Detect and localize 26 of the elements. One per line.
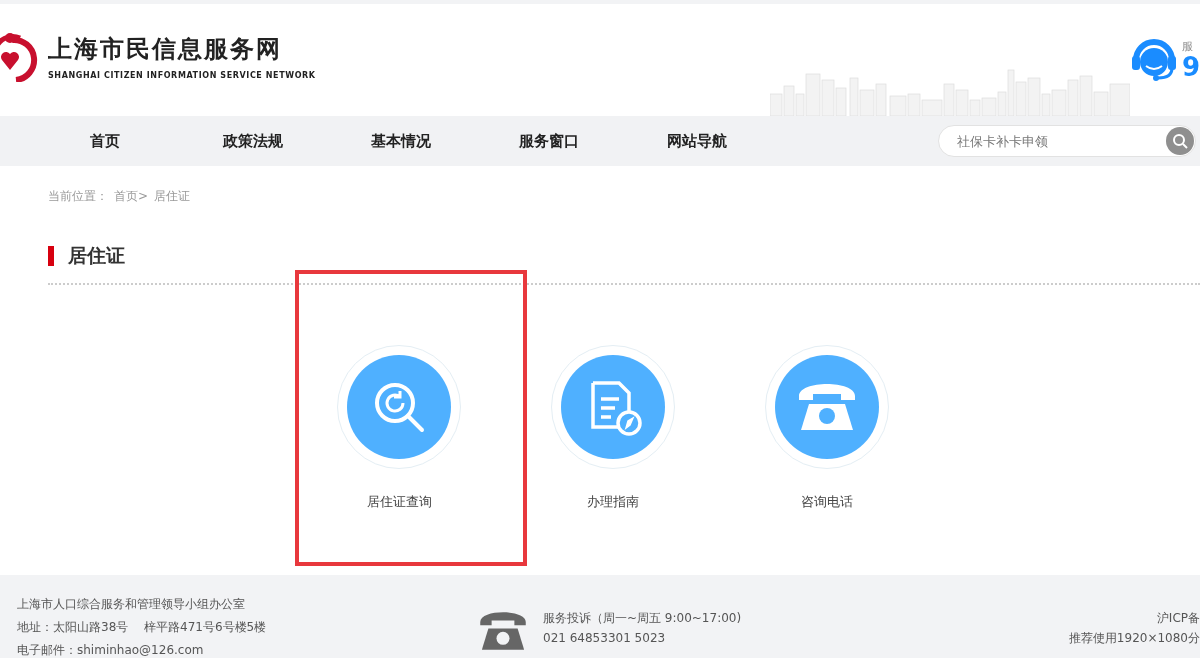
hotline-number: 9 (1181, 53, 1200, 80)
footer-text: 上海市人口综合服务和管理领导小组办公室 (17, 596, 246, 613)
search-icon (1172, 133, 1188, 149)
hotline-label: 服 (1181, 38, 1194, 54)
nav-link[interactable]: 政策法规 (179, 131, 327, 151)
complaint-hours: 服务投诉（周一~周五 9:00~17:00) (543, 610, 742, 627)
footer-text: 推荐使用1920×1080分 (1068, 630, 1200, 647)
nav-link[interactable]: 基本情况 (327, 131, 475, 151)
service-link[interactable]: 居住证查询 (366, 493, 432, 511)
section-title: 居住证 (68, 243, 125, 268)
nav-link[interactable]: 服务窗口 (475, 131, 623, 151)
breadcrumb-label: 当前位置： (48, 188, 108, 205)
footer-text: 沪ICP备 (1156, 610, 1200, 627)
site-title: 上海市民信息服务网 (48, 33, 283, 65)
telephone-icon (477, 609, 529, 653)
heading-marker (48, 246, 54, 266)
service-link[interactable]: 办理指南 (587, 493, 639, 511)
footer-text: 电子邮件：shiminhao@126.com (17, 642, 205, 658)
search-field[interactable]: 社保卡补卡申领 (938, 125, 1196, 157)
site-subtitle: SHANGHAI CITIZEN INFORMATION SERVICE NETWORK (48, 70, 316, 80)
nav-link[interactable]: 网站导航 (623, 131, 771, 151)
service-link[interactable]: 咨询电话 (801, 493, 853, 511)
nav-link[interactable]: 首页 (31, 131, 179, 151)
headset-agent-icon (1129, 36, 1178, 82)
complaint-phone: 021 64853301 5023 (543, 630, 667, 647)
footer-text: 地址：太阳山路38号 梓平路471号6号楼5楼 (17, 619, 268, 636)
